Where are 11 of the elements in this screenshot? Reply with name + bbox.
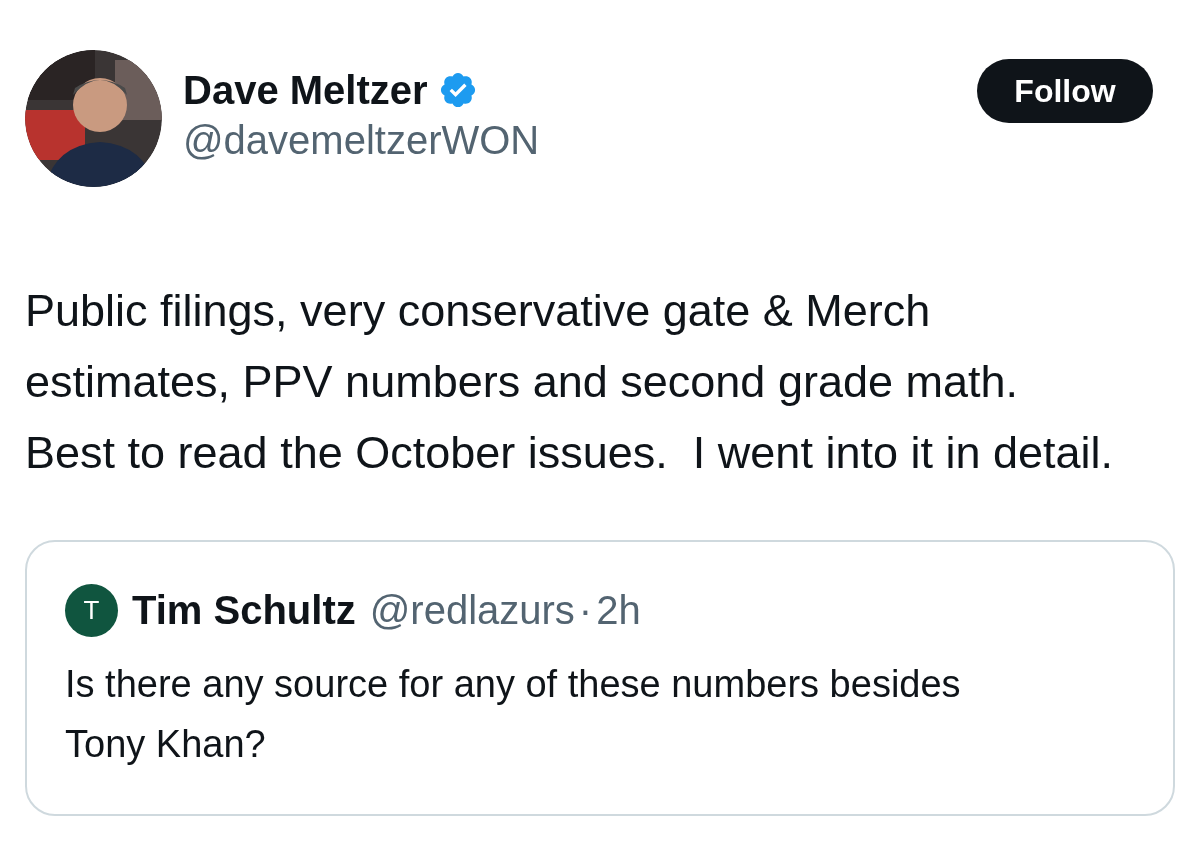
quoted-tweet-card[interactable]: T Tim Schultz @redlazurs·2h Is there any source for any of these numbers besides Tony Khan? [25, 540, 1175, 816]
separator-dot: · [578, 587, 593, 634]
quoted-tweet-text: Is there any source for any of these numbers besides Tony Khan? [65, 662, 962, 767]
follow-button[interactable]: Follow [977, 59, 1153, 123]
quoted-author-name[interactable]: Tim Schultz [132, 580, 356, 640]
author-name[interactable]: Dave Meltzer [183, 66, 428, 114]
tweet-text: Public filings, very conservative gate & Merch estimates, PPV numbers and second grade math. Best to read the October issues. I went into it in detail. [25, 284, 1115, 480]
timestamp[interactable]: 2h [596, 580, 641, 640]
quoted-author-handle[interactable]: @redlazurs [369, 580, 575, 640]
author-handle[interactable]: @davemeltzerWON [183, 116, 540, 164]
quoted-avatar[interactable]: T [65, 583, 118, 637]
